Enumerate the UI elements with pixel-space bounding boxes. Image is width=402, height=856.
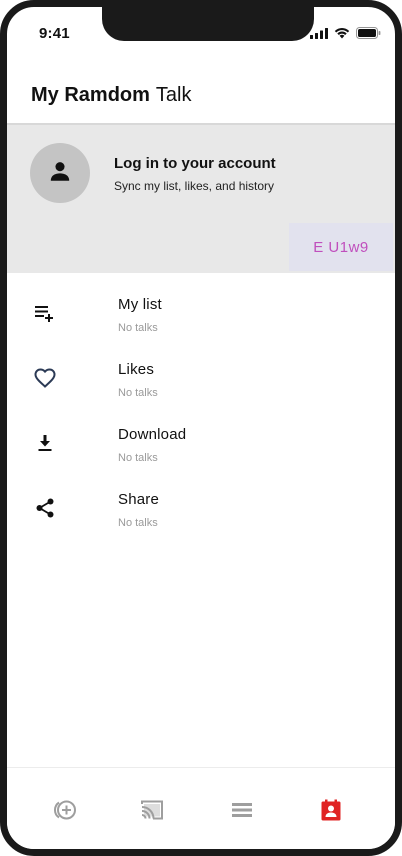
device-notch [102,7,314,41]
status-icons [310,26,381,44]
tab-discover[interactable] [51,798,79,826]
menu-item-sub: No talks [118,452,158,464]
share-icon [32,495,58,521]
menu-item-sub: No talks [118,517,158,529]
header-title-bold: My Ramdom [31,83,150,106]
cellular-signal-icon [310,26,328,44]
list-icon [230,798,254,827]
heart-outline-icon [32,365,58,391]
wifi-icon [334,26,350,44]
login-subtitle: Sync my list, likes, and history [114,179,275,193]
menu-item-share[interactable]: Share No talks [7,477,395,542]
tab-profile[interactable] [317,798,345,826]
account-login-panel[interactable]: Log in to your account Sync my list, lik… [7,123,395,273]
header-title-regular: Talk [155,83,192,106]
app-header: My Ramdom Talk [7,67,395,123]
menu-item-my-list[interactable]: My list No talks [7,282,395,347]
profile-icon [319,798,343,827]
battery-icon [356,26,381,44]
bottom-tab-bar [7,767,395,849]
library-menu: My list No talks Likes No talks Download… [7,282,395,542]
login-title[interactable]: Log in to your account [114,155,276,172]
discover-icon [52,797,78,828]
cast-icon [139,797,165,828]
tab-cast[interactable] [138,798,166,826]
download-icon [32,430,58,456]
menu-item-sub: No talks [118,387,158,399]
menu-item-label: My list [118,296,162,313]
person-icon [47,158,73,189]
menu-item-label: Likes [118,361,155,378]
avatar[interactable] [30,143,90,203]
phone-frame: 9:41 My Ramdom Talk Log in to your accou… [0,0,402,856]
menu-item-label: Download [118,426,187,443]
playlist-add-icon [32,300,58,326]
status-time: 9:41 [39,25,70,42]
tab-list[interactable] [228,798,256,826]
menu-item-likes[interactable]: Likes No talks [7,347,395,412]
code-badge: E U1w9 [289,223,393,271]
menu-item-sub: No talks [118,322,158,334]
menu-item-download[interactable]: Download No talks [7,412,395,477]
menu-item-label: Share [118,491,160,508]
